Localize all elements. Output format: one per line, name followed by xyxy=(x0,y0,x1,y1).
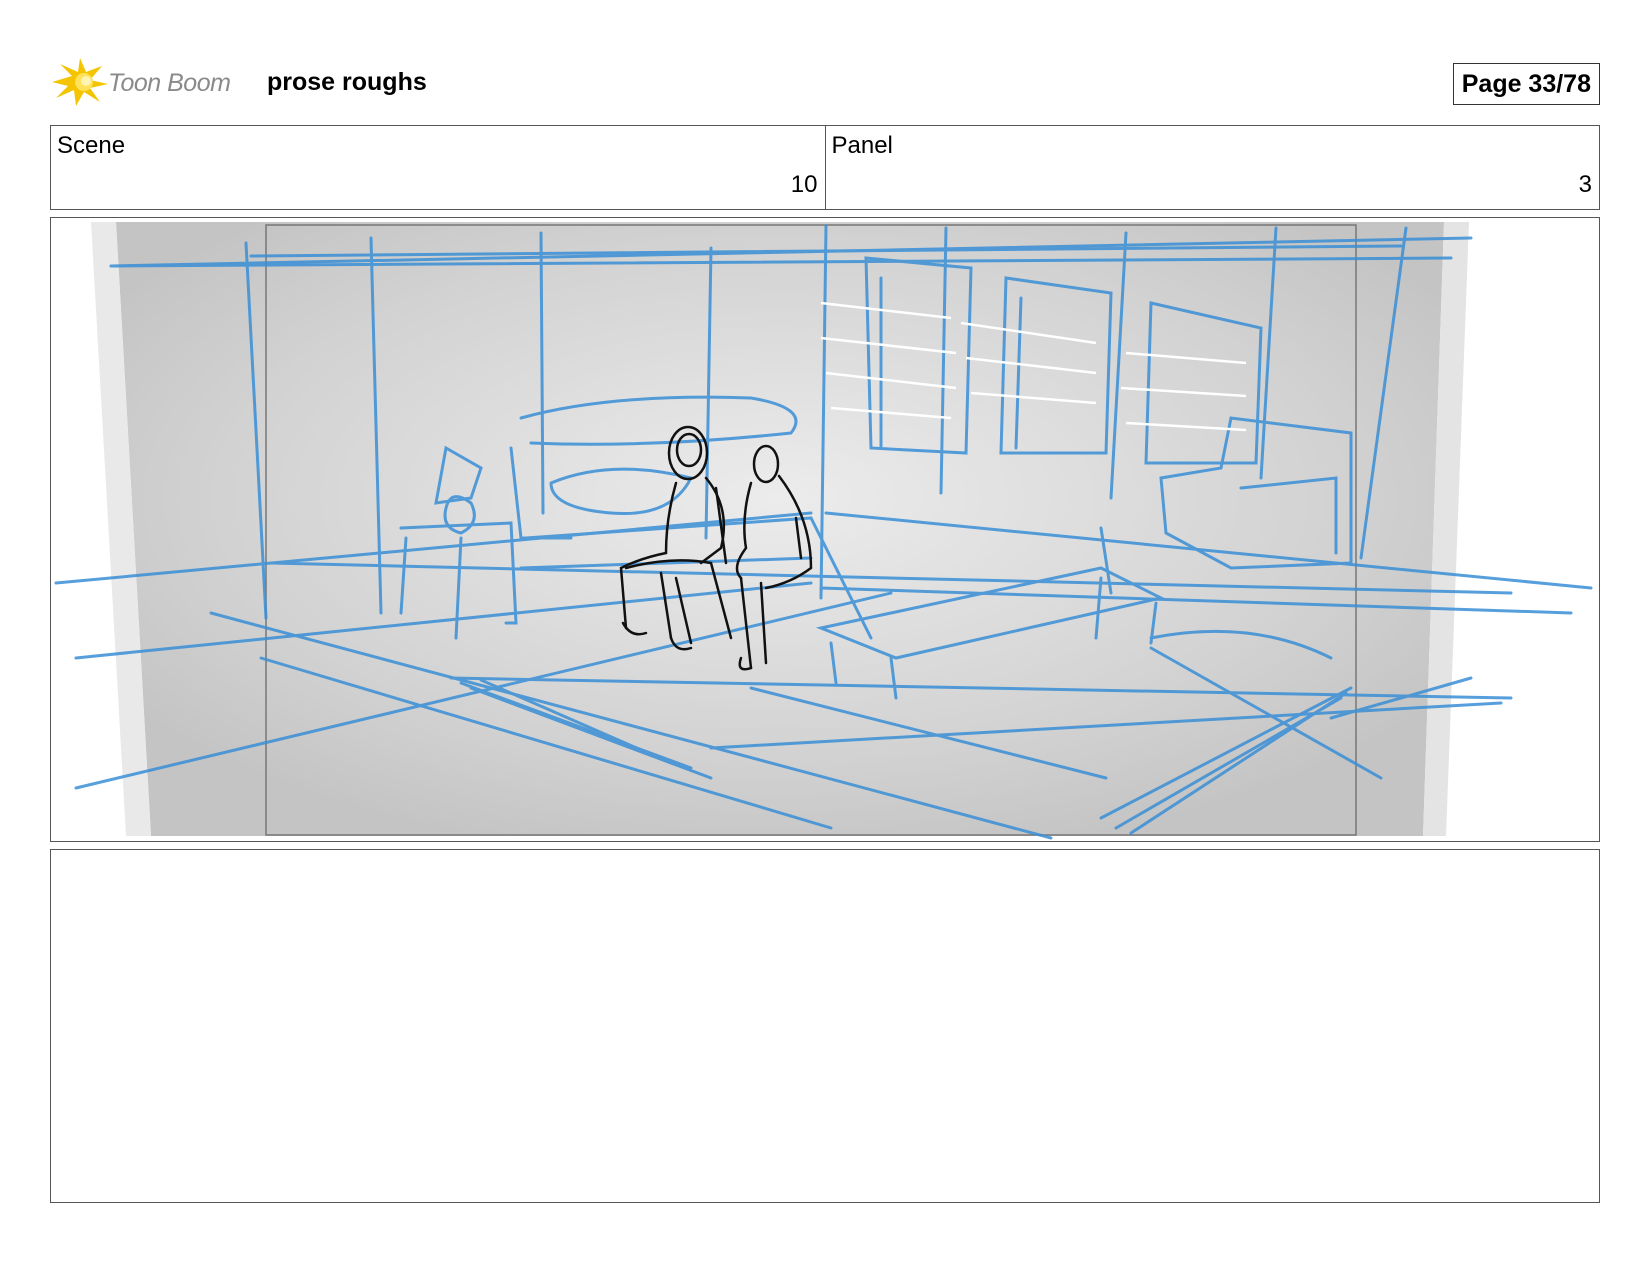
storyboard-panel xyxy=(50,217,1600,842)
scene-number: 10 xyxy=(790,171,818,198)
project-title: prose roughs xyxy=(267,68,427,96)
scene-cell: Scene 10 xyxy=(51,126,825,209)
scene-label: Scene xyxy=(57,132,126,159)
panel-number: 3 xyxy=(1578,171,1592,198)
notes-area xyxy=(50,849,1600,1203)
logo-text: Toon Boom xyxy=(108,69,231,97)
starburst-icon xyxy=(52,58,108,106)
scene-panel-info: Scene 10 Panel 3 xyxy=(50,125,1600,210)
panel-label: Panel xyxy=(831,132,893,159)
panel-cell: Panel 3 xyxy=(824,126,1600,209)
storyboard-sketch xyxy=(54,222,1593,840)
page-number: Page 33/78 xyxy=(1452,63,1600,105)
header: Toon Boom prose roughs Page 33/78 xyxy=(50,55,1600,106)
toon-boom-logo: Toon Boom xyxy=(50,58,250,106)
